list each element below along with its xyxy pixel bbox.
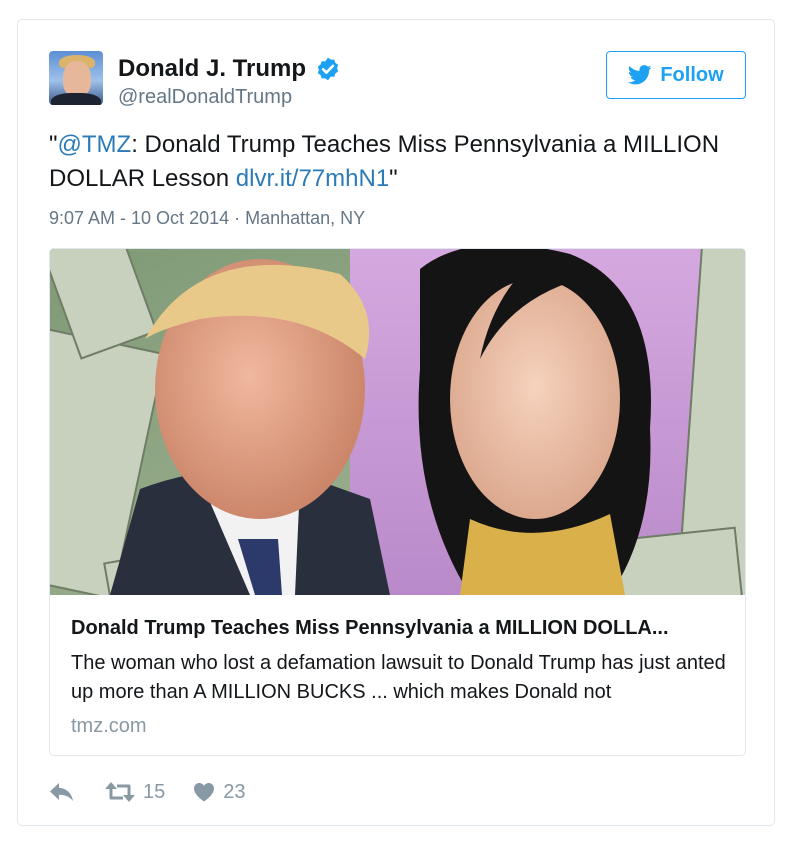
avatar[interactable] [49, 51, 103, 105]
tweet-text: "@TMZ: Donald Trump Teaches Miss Pennsyl… [49, 128, 749, 196]
retweet-count: 15 [143, 780, 166, 803]
verified-badge-icon [317, 57, 339, 81]
like-count: 23 [223, 780, 246, 803]
user-handle[interactable]: @realDonaldTrump [118, 85, 292, 109]
reply-button[interactable] [49, 781, 75, 803]
card-domain: tmz.com [71, 715, 147, 737]
tweet-card: Donald J. Trump @realDonaldTrump Follow … [17, 19, 775, 826]
tweet-timestamp[interactable]: 9:07 AM - 10 Oct 2014 · Manhattan, NY [49, 206, 365, 230]
link-preview-card[interactable]: Donald Trump Teaches Miss Pennsylvania a… [49, 248, 746, 756]
retweet-button[interactable]: 15 [105, 781, 165, 804]
twitter-bird-icon [628, 65, 652, 85]
follow-button[interactable]: Follow [606, 51, 746, 99]
card-description: The woman who lost a defamation lawsuit … [71, 652, 726, 703]
quote-open: " [49, 131, 58, 158]
retweet-icon [105, 782, 135, 802]
card-image [50, 249, 745, 595]
follow-label: Follow [660, 63, 724, 86]
tweet-url-link[interactable]: dlvr.it/77mhN1 [236, 165, 389, 192]
like-button[interactable]: 23 [193, 780, 246, 804]
reply-icon [50, 783, 73, 801]
quote-close: " [389, 165, 398, 192]
user-name[interactable]: Donald J. Trump [118, 55, 306, 83]
card-title[interactable]: Donald Trump Teaches Miss Pennsylvania a… [71, 615, 726, 641]
tweet-actions: 15 23 [49, 777, 246, 807]
card-body: Donald Trump Teaches Miss Pennsylvania a… [71, 615, 726, 739]
heart-icon [194, 783, 215, 802]
mention-link[interactable]: @TMZ [58, 131, 132, 158]
